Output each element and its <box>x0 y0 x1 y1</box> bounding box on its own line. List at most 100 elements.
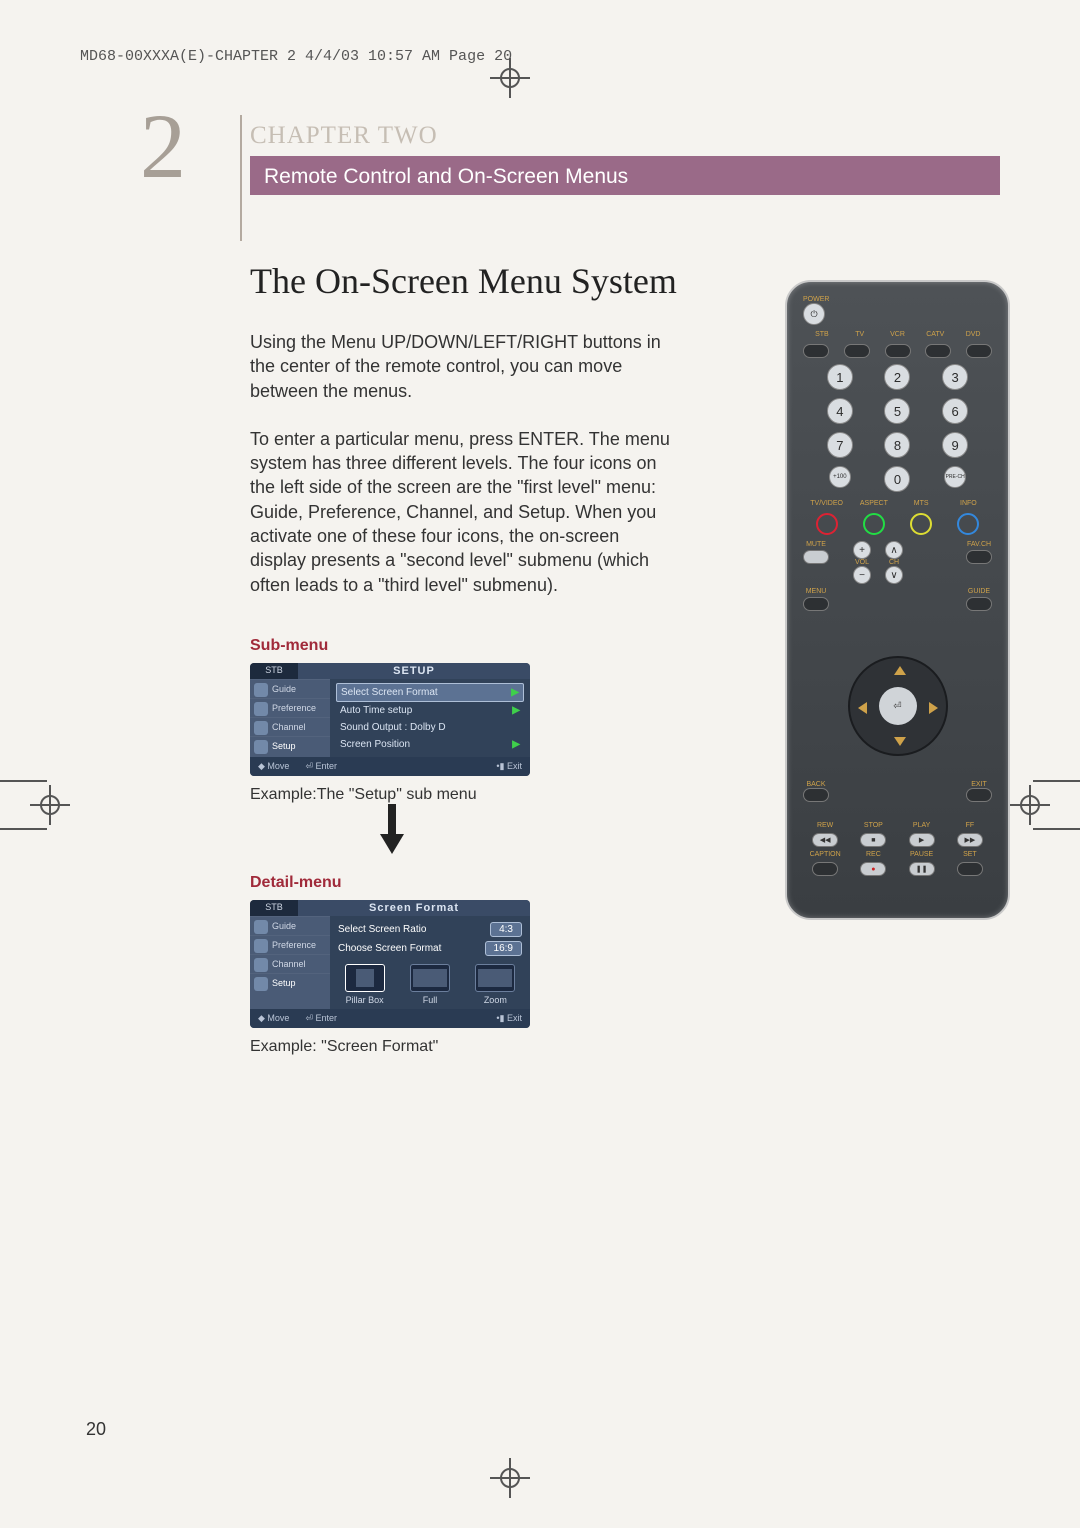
pause-button[interactable]: ❚❚ <box>909 862 935 876</box>
chapter-label: CHAPTER TWO <box>250 122 1000 159</box>
digit-5-button[interactable]: 5 <box>884 398 910 424</box>
side-item-channel: Channel <box>250 954 330 973</box>
mts-button[interactable] <box>910 513 932 535</box>
digit-2-button[interactable]: 2 <box>884 364 910 390</box>
preference-icon <box>254 702 268 716</box>
set-label: SET <box>963 851 977 858</box>
power-label: POWER <box>803 296 992 303</box>
favch-button[interactable] <box>966 550 992 564</box>
rew-button[interactable]: ◀◀ <box>812 833 838 847</box>
side-item-preference: Preference <box>250 935 330 954</box>
dpad[interactable]: ⏎ <box>848 656 948 756</box>
vol-up-button[interactable]: + <box>853 541 871 559</box>
ff-button[interactable]: ▶▶ <box>957 833 983 847</box>
row-select-screen-ratio: Select Screen Ratio 4:3 <box>336 920 524 939</box>
menu-row-sound-output: Sound Output : Dolby D <box>336 719 524 736</box>
detail-menu-title: Screen Format <box>298 900 530 916</box>
play-label: PLAY <box>913 822 930 829</box>
device-button-dvd[interactable] <box>966 344 992 358</box>
tvvideo-button[interactable] <box>816 513 838 535</box>
vol-down-button[interactable]: − <box>853 566 871 584</box>
device-label-catv: CATV <box>916 331 954 338</box>
submenu-label: Sub-menu <box>250 637 750 655</box>
arrow-right-icon <box>929 702 938 714</box>
digit-6-button[interactable]: 6 <box>942 398 968 424</box>
rec-button[interactable]: ● <box>860 862 886 876</box>
setup-menu-title: SETUP <box>298 663 530 679</box>
value-16-9: 16:9 <box>485 941 522 956</box>
guide-label: GUIDE <box>968 588 990 595</box>
mute-label: MUTE <box>806 541 826 548</box>
side-item-preference: Preference <box>250 698 330 717</box>
ch-up-button[interactable]: ∧ <box>885 541 903 559</box>
rew-label: REW <box>817 822 833 829</box>
remote-control-illustration: POWER ⏻ STB TV VCR CATV DVD 1 2 3 4 <box>785 280 1010 920</box>
arrow-right-icon: ▶ <box>512 705 520 716</box>
digit-0-button[interactable]: 0 <box>884 466 910 492</box>
menu-label: MENU <box>806 588 827 595</box>
side-item-guide: Guide <box>250 916 330 935</box>
stb-tab: STB <box>250 900 298 916</box>
device-button-tv[interactable] <box>844 344 870 358</box>
format-pillar-box: Pillar Box <box>336 964 393 1005</box>
intro-paragraph-1: Using the Menu UP/DOWN/LEFT/RIGHT button… <box>250 330 680 403</box>
chapter-subtitle: Remote Control and On-Screen Menus <box>250 159 1000 195</box>
vol-label: VOL <box>853 559 871 566</box>
label-mts: MTS <box>898 500 945 507</box>
side-item-channel: Channel <box>250 717 330 736</box>
device-button-catv[interactable] <box>925 344 951 358</box>
mute-button[interactable] <box>803 550 829 564</box>
guide-icon <box>254 920 268 934</box>
arrow-up-icon <box>894 666 906 675</box>
favch-label: FAV.CH <box>967 541 991 548</box>
stop-button[interactable]: ■ <box>860 833 886 847</box>
ch-label: CH <box>885 559 903 566</box>
footer-enter: ⏎ Enter <box>305 761 337 772</box>
guide-button[interactable] <box>966 597 992 611</box>
value-4-3: 4:3 <box>490 922 522 937</box>
stop-label: STOP <box>864 822 883 829</box>
intro-paragraph-2: To enter a particular menu, press ENTER.… <box>250 427 680 597</box>
aspect-button[interactable] <box>863 513 885 535</box>
caption-setup: Example:The "Setup" sub menu <box>250 786 750 804</box>
setup-icon <box>254 977 268 991</box>
info-button[interactable] <box>957 513 979 535</box>
registration-mark-bottom <box>490 1458 530 1498</box>
digit-8-button[interactable]: 8 <box>884 432 910 458</box>
arrow-down-icon <box>894 737 906 746</box>
play-button[interactable]: ▶ <box>909 833 935 847</box>
chapter-number: 2 <box>140 100 186 192</box>
side-item-setup: Setup <box>250 736 330 755</box>
footer-exit: •▮ Exit <box>496 761 522 772</box>
digit-1-button[interactable]: 1 <box>827 364 853 390</box>
ch-down-button[interactable]: ∨ <box>885 566 903 584</box>
pause-label: PAUSE <box>910 851 933 858</box>
digit-3-button[interactable]: 3 <box>942 364 968 390</box>
menu-row-auto-time: Auto Time setup ▶ <box>336 702 524 719</box>
section-heading: The On-Screen Menu System <box>250 260 750 302</box>
format-zoom: Zoom <box>467 964 524 1005</box>
menu-button[interactable] <box>803 597 829 611</box>
arrow-right-icon: ▶ <box>511 687 519 698</box>
back-button[interactable] <box>803 788 829 802</box>
digit-7-button[interactable]: 7 <box>827 432 853 458</box>
print-proof-header: MD68-00XXXA(E)-CHAPTER 2 4/4/03 10:57 AM… <box>80 48 512 65</box>
registration-mark-top <box>490 58 530 98</box>
label-info: INFO <box>945 500 992 507</box>
side-item-guide: Guide <box>250 679 330 698</box>
set-button[interactable] <box>957 862 983 876</box>
digit-9-button[interactable]: 9 <box>942 432 968 458</box>
device-button-stb[interactable] <box>803 344 829 358</box>
label-aspect: ASPECT <box>850 500 897 507</box>
device-button-vcr[interactable] <box>885 344 911 358</box>
digit-4-button[interactable]: 4 <box>827 398 853 424</box>
caption-button[interactable] <box>812 862 838 876</box>
pre-ch-button[interactable]: PRE-CH <box>944 466 966 488</box>
side-item-setup: Setup <box>250 973 330 992</box>
back-label: BACK <box>803 781 829 788</box>
power-button[interactable]: ⏻ <box>803 303 825 325</box>
enter-button[interactable]: ⏎ <box>879 687 917 725</box>
exit-button[interactable] <box>966 788 992 802</box>
footer-move: ◆ Move <box>258 1013 289 1024</box>
plus-100-button[interactable]: +100 <box>829 466 851 488</box>
